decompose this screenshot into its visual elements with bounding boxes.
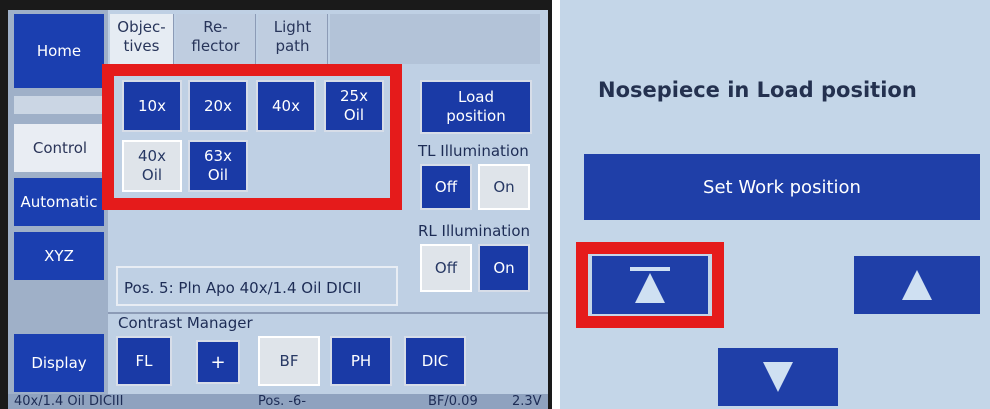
set-work-position-button[interactable]: Set Work position [584,154,980,220]
arrow-up-icon [902,270,932,300]
contrast-fl-button[interactable]: FL [116,336,172,386]
status-mode: BF/0.09 [428,394,478,409]
objectives-highlight-box [102,64,402,210]
objective-position-text: Pos. 5: Pln Apo 40x/1.4 Oil DICII [116,266,398,306]
tab-reflector[interactable]: Re- flector [176,14,256,64]
tab-objectives[interactable]: Objec- tives [110,14,174,64]
move-up-button[interactable] [854,256,980,314]
contrast-manager-label: Contrast Manager [118,314,253,332]
contrast-ph-button[interactable]: PH [330,336,392,386]
microscope-touchscreen: Home Control Automatic XYZ Display Objec… [0,0,552,409]
nosepiece-title: Nosepiece in Load position [598,78,917,102]
contrast-plus-button[interactable]: + [196,340,240,384]
load-position-button[interactable]: Load position [420,80,532,134]
automatic-button[interactable]: Automatic [14,178,104,226]
tl-on-button[interactable]: On [478,164,530,210]
tl-illumination-label: TL Illumination [418,142,529,160]
rl-illumination-label: RL Illumination [418,222,531,240]
load-position-up-button[interactable] [592,256,708,314]
sidebar-spacer [14,96,104,114]
contrast-bf-button[interactable]: BF [258,336,320,386]
control-button[interactable]: Control [14,124,106,172]
home-button[interactable]: Home [14,14,104,88]
move-down-button[interactable] [718,348,838,406]
tl-off-button[interactable]: Off [420,164,472,210]
xyz-button[interactable]: XYZ [14,232,104,280]
status-objective: 40x/1.4 Oil DICIII [14,394,124,409]
tab-strip-filler [330,14,540,64]
contrast-dic-button[interactable]: DIC [404,336,466,386]
display-button[interactable]: Display [14,334,104,392]
rl-on-button[interactable]: On [478,244,530,292]
load-position-up-icon [630,267,670,303]
status-pos: Pos. -6- [258,394,307,409]
nosepiece-screen: Nosepiece in Load position Set Work posi… [560,0,990,409]
rl-off-button[interactable]: Off [420,244,472,292]
status-voltage: 2.3V [512,394,542,409]
arrow-down-icon [763,362,793,392]
tab-light-path[interactable]: Light path [258,14,328,64]
